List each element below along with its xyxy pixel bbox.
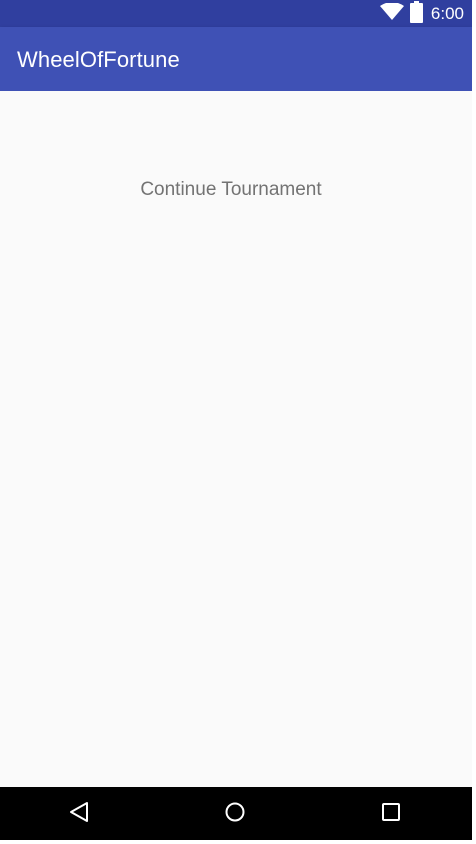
status-time: 6:00 xyxy=(430,4,464,23)
continue-tournament-button[interactable]: Continue Tournament xyxy=(110,169,352,211)
recents-icon xyxy=(380,801,402,828)
navigation-bar xyxy=(0,787,472,840)
home-button[interactable] xyxy=(220,799,250,829)
wifi-icon xyxy=(379,1,404,26)
home-icon xyxy=(224,801,246,828)
right-edge xyxy=(472,0,476,844)
battery-icon xyxy=(409,0,423,28)
status-icons: 6:00 xyxy=(379,0,464,28)
back-button[interactable] xyxy=(64,799,94,829)
back-icon xyxy=(68,801,90,828)
recents-button[interactable] xyxy=(376,799,406,829)
screen: 6:00 WheelOfFortune Continue Tournament xyxy=(0,0,476,844)
app-bar: WheelOfFortune xyxy=(0,27,472,91)
app-title: WheelOfFortune xyxy=(17,47,180,72)
bottom-strip xyxy=(0,840,476,844)
status-bar: 6:00 xyxy=(0,0,472,27)
main-content: Continue Tournament xyxy=(0,91,472,787)
